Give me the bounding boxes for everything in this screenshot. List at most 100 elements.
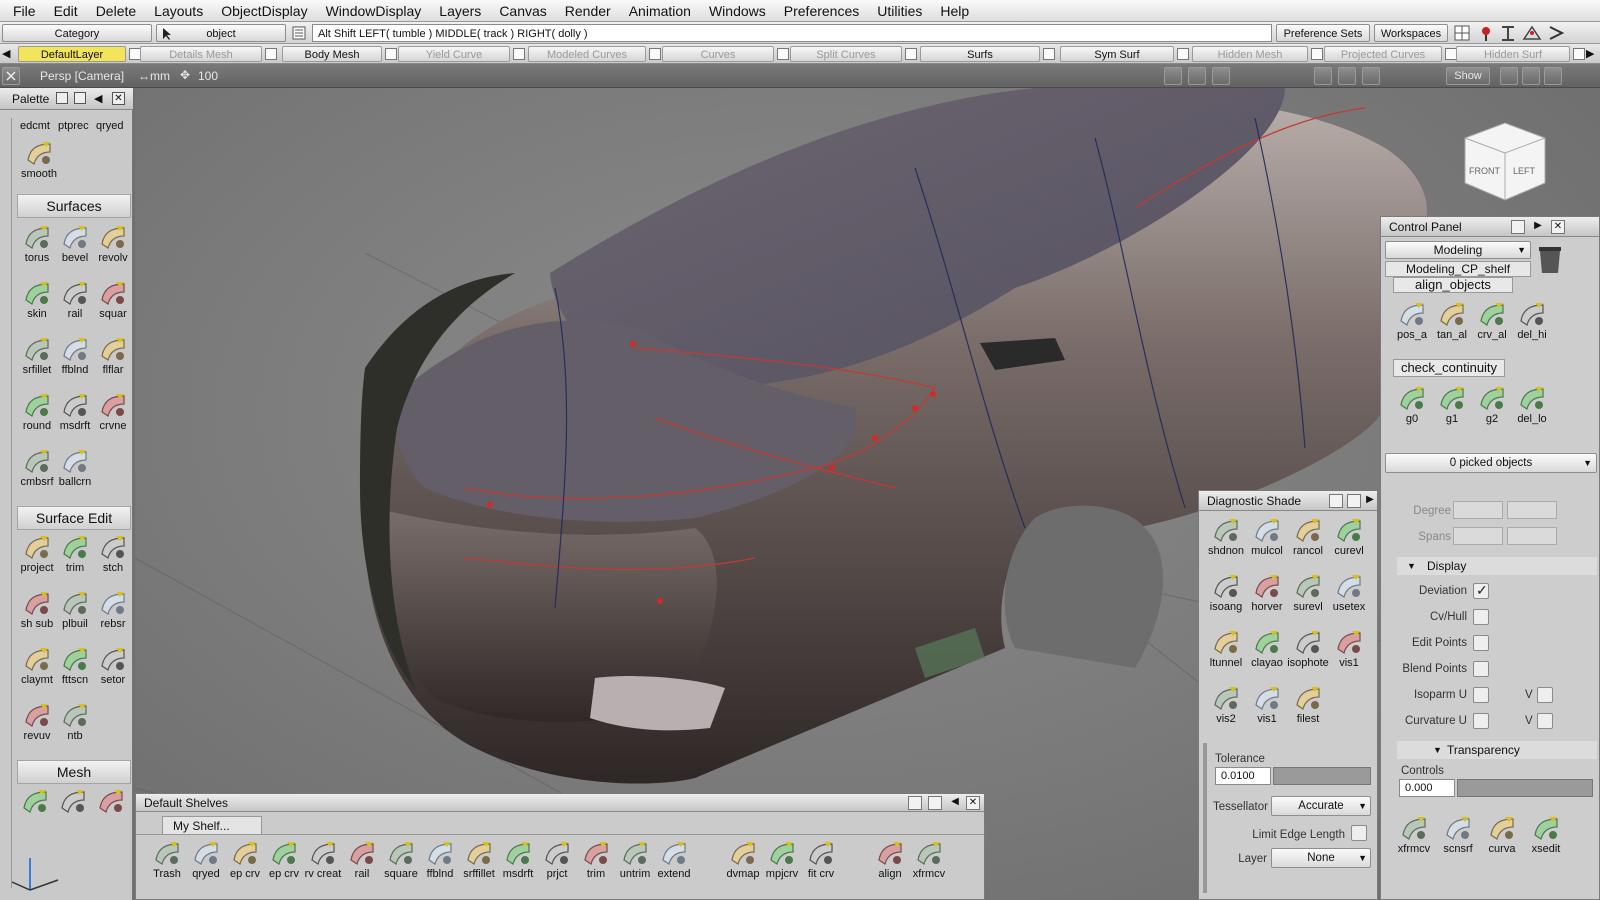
tool-g2[interactable]: g2 [1473, 383, 1511, 426]
tool-pos-a[interactable]: pos_a [1393, 299, 1431, 342]
menu-canvas[interactable]: Canvas [490, 0, 555, 22]
tool-ltunnel[interactable]: ltunnel [1205, 627, 1247, 670]
tool-xsedit[interactable]: xsedit [1527, 813, 1565, 856]
trash-icon[interactable] [1537, 245, 1563, 275]
menu-render[interactable]: Render [556, 0, 620, 22]
layer-visibility-checkbox[interactable] [1311, 48, 1323, 60]
menu-utilities[interactable]: Utilities [868, 0, 931, 22]
tool-trim[interactable]: trim [56, 532, 94, 575]
tool-setor[interactable]: setor [94, 644, 132, 687]
tool-rebsr[interactable]: rebsr [94, 588, 132, 631]
tool-skin[interactable]: skin [18, 278, 56, 321]
shelf-name[interactable]: Modeling_CP_shelf [1385, 261, 1531, 277]
layer-surfs[interactable]: Surfs [920, 46, 1040, 62]
layer-hidden-mesh[interactable]: Hidden Mesh [1192, 46, 1308, 62]
move-icon[interactable]: ✥ [180, 68, 190, 82]
close-viewport-icon[interactable] [2, 67, 20, 85]
quad-view-icon[interactable] [1522, 67, 1540, 85]
dolly-icon[interactable] [1164, 67, 1182, 85]
tool-torus[interactable]: torus [18, 222, 56, 265]
tool-dvmap[interactable]: dvmap [724, 838, 762, 881]
shelves-collapse-icon[interactable]: ◀ [948, 796, 962, 810]
tolerance-field[interactable]: 0.0100 [1215, 767, 1271, 785]
tool-untrim[interactable]: untrim [616, 838, 654, 881]
tool-curevl[interactable]: curevl [1328, 515, 1370, 558]
chevron-left-icon[interactable]: ◀ [2, 47, 14, 61]
tool-cmbsrf[interactable]: cmbsrf [18, 446, 56, 489]
layer-visibility-checkbox[interactable] [777, 48, 789, 60]
my-shelf-tab[interactable]: My Shelf... [162, 816, 262, 834]
grid-icon[interactable] [1454, 25, 1470, 41]
layer-visibility-checkbox[interactable] [1043, 48, 1055, 60]
layer-curves[interactable]: Curves [662, 46, 774, 62]
menu-animation[interactable]: Animation [620, 0, 700, 22]
layer-yield-curve[interactable]: Yield Curve [398, 46, 510, 62]
display-blend-points-checkbox[interactable] [1473, 661, 1489, 677]
diag-resize-icon[interactable] [1329, 494, 1343, 508]
check-continuity-tab[interactable]: check_continuity [1393, 359, 1505, 377]
category-dropdown[interactable]: Category [2, 24, 152, 42]
palette-top-label[interactable]: ptprec [58, 120, 89, 132]
tool-mulcol[interactable]: mulcol [1246, 515, 1288, 558]
transform-icon[interactable] [1522, 25, 1542, 40]
tool-qryed[interactable]: qryed [187, 838, 225, 881]
layer-visibility-checkbox[interactable] [513, 48, 525, 60]
palette-close-icon[interactable]: ✕ [112, 92, 125, 105]
menu-file[interactable]: File [4, 0, 45, 22]
tool-xfrmcv[interactable]: xfrmcv [1395, 813, 1433, 856]
tool-vis1[interactable]: vis1 [1328, 627, 1370, 670]
tool-ntb[interactable]: ntb [56, 700, 94, 743]
mesh-tool-icon[interactable] [20, 786, 50, 816]
tool-extend[interactable]: extend [655, 838, 693, 881]
spans-field[interactable] [1453, 527, 1503, 545]
mesh-tool-icon[interactable] [58, 786, 88, 816]
display-cv-hull-checkbox[interactable] [1473, 609, 1489, 625]
layer-hidden-surf[interactable]: Hidden Surf [1456, 46, 1570, 62]
cp-collapse-icon[interactable]: ▶ [1531, 220, 1545, 234]
cp-resize-icon[interactable] [1511, 220, 1525, 234]
mesh-tool-icon[interactable] [96, 786, 126, 816]
layer-visibility-checkbox[interactable] [649, 48, 661, 60]
layer-body-mesh[interactable]: Body Mesh [282, 46, 382, 62]
controls-slider[interactable] [1457, 779, 1593, 797]
align-objects-tab[interactable]: align_objects [1393, 277, 1513, 293]
shelves-close-icon[interactable]: ✕ [966, 796, 980, 810]
tool-squar[interactable]: squar [94, 278, 132, 321]
tool-srffillet[interactable]: srffillet [460, 838, 498, 881]
layer-visibility-checkbox[interactable] [1573, 48, 1585, 60]
diag-dock-icon[interactable] [1347, 494, 1361, 508]
tool-sh-sub[interactable]: sh sub [18, 588, 56, 631]
tool-fit-crv[interactable]: fit crv [802, 838, 840, 881]
tool-xfrmcv[interactable]: xfrmcv [910, 838, 948, 881]
chevron-right-icon[interactable]: ▶ [1586, 47, 1598, 61]
display-isoparm-u-checkbox[interactable] [1473, 687, 1489, 703]
tool-g0[interactable]: g0 [1393, 383, 1431, 426]
display-v-checkbox[interactable] [1537, 687, 1553, 703]
tool-shdnon[interactable]: shdnon [1205, 515, 1247, 558]
display-deviation-checkbox[interactable] [1473, 582, 1489, 599]
tool-isoang[interactable]: isoang [1205, 571, 1247, 614]
tool-smooth[interactable]: smooth [20, 138, 58, 181]
layer-visibility-checkbox[interactable] [265, 48, 277, 60]
layer-split-curves[interactable]: Split Curves [790, 46, 902, 62]
diag-scrollbar[interactable] [1203, 743, 1207, 893]
menu-windows[interactable]: Windows [700, 0, 775, 22]
single-view-icon[interactable] [1500, 67, 1518, 85]
tool-del-lo[interactable]: del_lo [1513, 383, 1551, 426]
tool-filest[interactable]: filest [1287, 683, 1329, 726]
palette-collapse-icon[interactable]: ◀ [94, 88, 102, 110]
tool-vis2[interactable]: vis2 [1205, 683, 1247, 726]
layer-defaultlayer[interactable]: DefaultLayer [18, 46, 126, 62]
tolerance-slider[interactable] [1273, 767, 1371, 785]
tool-rail[interactable]: rail [56, 278, 94, 321]
show-button[interactable]: Show [1446, 67, 1490, 85]
tool-project[interactable]: project [18, 532, 56, 575]
tool-claymt[interactable]: claymt [18, 644, 56, 687]
view-option-2-icon[interactable] [1338, 67, 1356, 85]
preference-sets-button[interactable]: Preference Sets [1276, 24, 1370, 42]
tool-revuv[interactable]: revuv [18, 700, 56, 743]
palette-section-mesh[interactable]: Mesh [17, 760, 131, 784]
tool-crv-al[interactable]: crv_al [1473, 299, 1511, 342]
palette-resize-icon[interactable] [56, 92, 68, 104]
view-cube[interactable]: FRONT LEFT [1464, 122, 1546, 201]
